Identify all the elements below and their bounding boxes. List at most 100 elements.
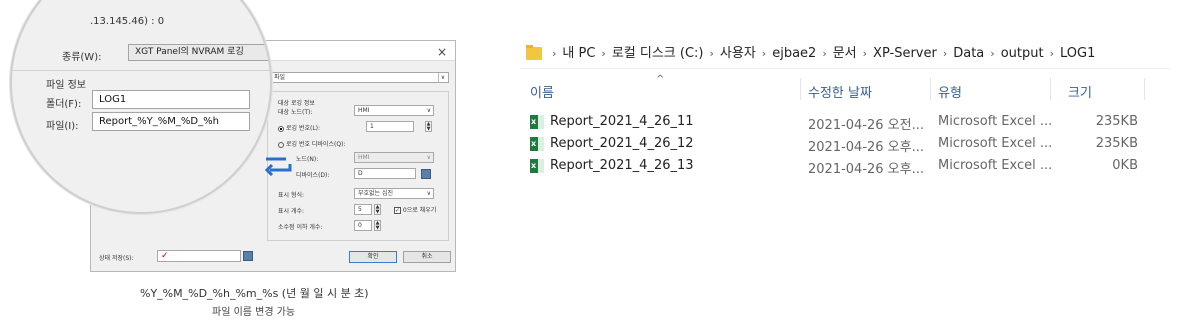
target-node-label: 대상 노드(T): (278, 109, 313, 116)
filename-input[interactable]: Report_%Y_%M_%D_%h (92, 112, 250, 131)
column-divider[interactable] (930, 78, 931, 100)
breadcrumb-item[interactable]: 사용자 (720, 46, 756, 61)
column-divider[interactable] (1144, 78, 1145, 100)
settings-illustration: × CSV 파일 ∨ 대상 로깅 정보 대상 노드(T): HMI ∨ 로깅 번… (0, 0, 470, 322)
breadcrumb-item[interactable]: ejbae2 (772, 46, 816, 61)
display-format-label: 표시 형식: (278, 192, 305, 199)
file-size: 235KB (1095, 114, 1138, 129)
format-select[interactable]: CSV 파일 ∨ (257, 72, 449, 83)
display-count-input[interactable]: 5 (354, 204, 372, 215)
type-label: 종류(W): (62, 52, 102, 63)
breadcrumb-item[interactable]: Data (953, 46, 984, 61)
file-name: Report_2021_4_26_12 (550, 136, 694, 151)
folder-label: 폴더(F): (46, 99, 82, 110)
checkbox-checked-icon: ✓ (394, 207, 401, 214)
chevron-right-icon: › (822, 47, 827, 60)
ok-button[interactable]: 확인 (349, 251, 397, 263)
excel-file-icon: x (530, 137, 544, 151)
separator (12, 70, 270, 71)
state-save-input[interactable]: ✓ (157, 250, 241, 262)
chevron-right-icon: › (990, 47, 995, 60)
column-header-size[interactable]: 크기 (1068, 82, 1092, 101)
folder-icon (526, 45, 542, 60)
filename-value: Report_%Y_%M_%D_%h (99, 116, 219, 127)
log-number-value: 1 (370, 123, 374, 130)
radio-unselected-icon (278, 141, 284, 148)
file-type: Microsoft Excel ... (938, 136, 1053, 151)
target-node-value: HMI (358, 107, 370, 114)
chevron-right-icon: › (942, 47, 948, 60)
column-header-date[interactable]: 수정한 날짜 (808, 82, 872, 101)
excel-file-icon: x (530, 159, 544, 173)
column-header-name[interactable]: 이름 (530, 82, 554, 101)
breadcrumb-item[interactable]: XP-Server (873, 46, 937, 61)
log-number-radio[interactable]: 로깅 번호(L): (278, 123, 320, 132)
log-number-input[interactable]: 1 (366, 121, 414, 132)
state-save-label: 상태 저장(S): (99, 255, 134, 262)
ip-text: .13.145.46) : 0 (90, 16, 165, 27)
node-select[interactable]: HMI ∨ (354, 152, 434, 163)
display-format-select[interactable]: 부호없는 십진 ∨ (354, 188, 434, 199)
chevron-down-icon: ∨ (426, 154, 431, 161)
folder-value: LOG1 (99, 94, 127, 105)
type-value: XGT Panel의 NVRAM 로깅 (135, 47, 244, 57)
sort-ascending-icon: ^ (656, 74, 665, 85)
decimal-count-value: 0 (358, 222, 362, 229)
file-date: 2021-04-26 오후... (808, 162, 924, 177)
divider (520, 68, 1170, 69)
target-node-select[interactable]: HMI ∨ (354, 105, 434, 116)
zero-fill-checkbox[interactable]: ✓ 0으로 채우기 (394, 205, 436, 214)
log-number-label: 로깅 번호(L): (286, 125, 321, 132)
file-size: 0KB (1112, 158, 1138, 173)
file-size: 235KB (1095, 136, 1138, 151)
file-date: 2021-04-26 오후... (808, 140, 924, 155)
chevron-right-icon: › (601, 47, 606, 60)
log-number-spinner[interactable]: ▲ ▼ (425, 121, 432, 132)
file-date: 2021-04-26 오전... (808, 118, 924, 133)
chevron-right-icon: › (1049, 47, 1054, 60)
node-label: 노드(N): (296, 156, 319, 163)
breadcrumb-item[interactable]: 로컬 디스크 (C:) (612, 46, 704, 61)
folder-input[interactable]: LOG1 (92, 90, 250, 109)
chevron-right-icon: › (862, 47, 868, 60)
chevron-right-icon: › (709, 47, 714, 60)
display-count-label: 표시 개수: (278, 208, 305, 215)
chevron-right-icon: › (761, 47, 767, 60)
filename-label: 파일(I): (46, 121, 79, 132)
display-count-spinner[interactable]: ▲ ▼ (374, 204, 381, 215)
file-type: Microsoft Excel ... (938, 158, 1053, 173)
display-count-value: 5 (358, 206, 362, 213)
device-input[interactable]: D (354, 168, 416, 179)
column-header-type[interactable]: 유형 (938, 82, 962, 101)
decimal-count-spinner[interactable]: ▲ ▼ (374, 220, 381, 231)
decimal-count-input[interactable]: 0 (354, 220, 372, 231)
file-explorer: › 내 PC › 로컬 디스크 (C:) › 사용자 › ejbae2 › 문서 › XP-Serve… (520, 40, 1170, 200)
breadcrumb-item[interactable]: LOG1 (1060, 46, 1095, 61)
zero-fill-label: 0으로 채우기 (402, 207, 437, 214)
file-info-label: 파일 정보 (46, 80, 86, 91)
group-title: 대상 로깅 정보 (278, 100, 315, 107)
calendar-icon[interactable] (243, 251, 253, 261)
radio-selected-icon (278, 125, 284, 132)
breadcrumb: › 내 PC › 로컬 디스크 (C:) › 사용자 › ejbae2 › 문서 › XP-Serve… (526, 42, 1095, 62)
target-logging-group: 대상 로깅 정보 대상 노드(T): HMI ∨ 로깅 번호(L): 1 ▲ ▼ … (267, 91, 449, 241)
device-label: 디바이스(D): (296, 172, 330, 179)
close-button[interactable]: × (437, 45, 447, 59)
column-divider[interactable] (1050, 78, 1051, 100)
file-row[interactable]: x Report_2021_4_26_11 2021-04-26 오전... M… (520, 112, 1140, 133)
type-select[interactable]: XGT Panel의 NVRAM 로깅 (128, 44, 270, 61)
file-row[interactable]: x Report_2021_4_26_13 2021-04-26 오후... M… (520, 156, 1140, 177)
column-divider[interactable] (800, 78, 801, 100)
breadcrumb-item[interactable]: 문서 (833, 46, 857, 61)
log-device-radio[interactable]: 로깅 번호 디바이스(Q): (278, 139, 345, 148)
device-picker-icon[interactable] (421, 169, 431, 179)
log-device-label: 로깅 번호 디바이스(Q): (286, 141, 346, 148)
chevron-down-icon: ∨ (426, 107, 431, 114)
caption-format: %Y_%M_%D_%h_%m_%s (년 월 일 시 분 초) (140, 287, 369, 300)
chevron-right-icon: › (552, 47, 557, 60)
cancel-button[interactable]: 취소 (403, 251, 451, 263)
breadcrumb-item[interactable]: 내 PC (562, 46, 595, 61)
file-type: Microsoft Excel ... (938, 114, 1053, 129)
breadcrumb-item[interactable]: output (1001, 46, 1044, 61)
file-row[interactable]: x Report_2021_4_26_12 2021-04-26 오후... M… (520, 134, 1140, 155)
